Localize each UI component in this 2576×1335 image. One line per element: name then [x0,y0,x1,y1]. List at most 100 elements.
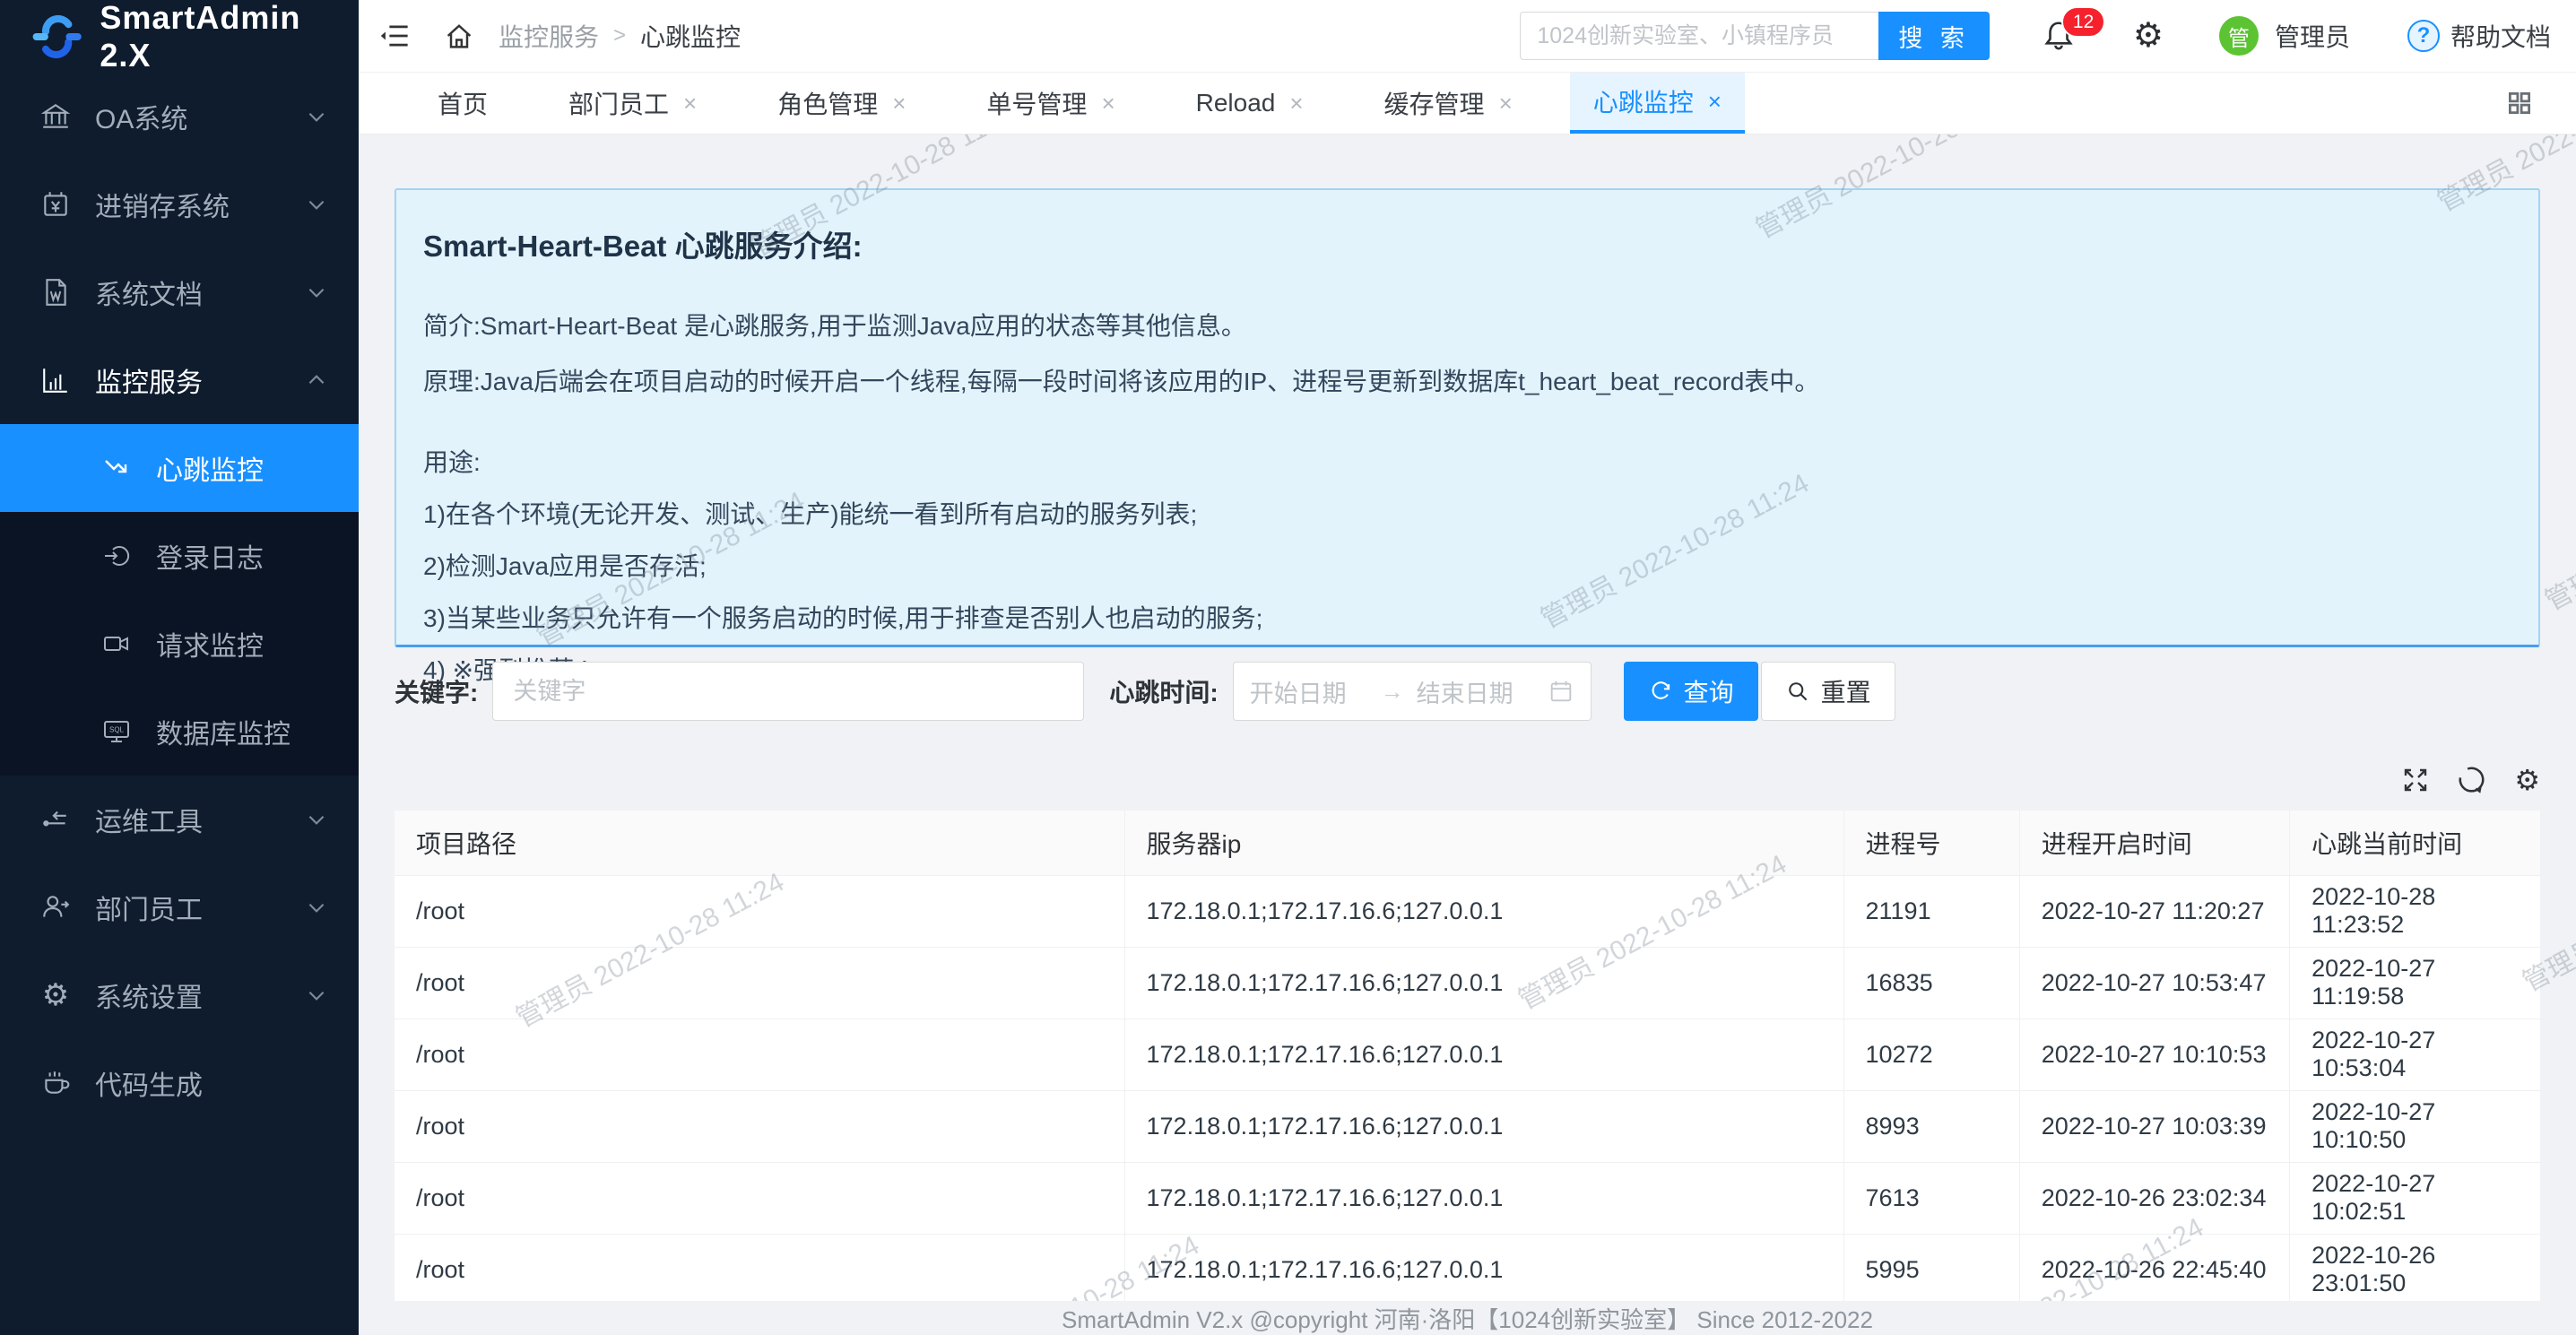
close-icon[interactable]: × [1499,91,1513,115]
global-search: 搜 索 [1520,12,1990,60]
sidebar-item-label: 数据库监控 [156,712,328,751]
tab-reload[interactable]: Reload × [1173,73,1327,134]
cell-heartbeat-time: 2022-10-26 23:01:50 [2290,1234,2540,1305]
close-icon[interactable]: × [1708,90,1722,113]
cell-project-path: /root [395,875,1124,947]
settings-gear-icon[interactable]: ⚙ [2133,19,2164,53]
intro-line: 原理:Java后端会在项目启动的时候开启一个线程,每隔一段时间将该应用的IP、进… [423,362,2511,398]
cell-process-id: 10272 [1843,1019,2019,1090]
tab-role-manage[interactable]: 角色管理 × [754,73,929,134]
cell-heartbeat-time: 2022-10-27 10:10:50 [2290,1090,2540,1162]
tab-heartbeat-monitor[interactable]: 心跳监控 × [1570,73,1745,134]
help-link[interactable]: ? 帮助文档 [2407,18,2551,54]
sidebar-item-heartbeat[interactable]: 心跳监控 [0,424,359,512]
sidebar-submenu-monitor: 心跳监控 登录日志 请求监控 SQL [0,424,359,776]
date-range-picker[interactable]: 开始日期 → 结束日期 [1233,662,1592,721]
inventory-icon [39,188,72,221]
help-label: 帮助文档 [2450,18,2551,54]
range-arrow-icon: → [1381,678,1404,706]
sidebar-item-db-monitor[interactable]: SQL 数据库监控 [0,688,359,776]
tab-label: 心跳监控 [1593,83,1694,119]
cell-process-id: 7613 [1843,1162,2019,1234]
tab-serial-manage[interactable]: 单号管理 × [963,73,1138,134]
search-input[interactable] [1520,12,1878,60]
sql-monitor-icon: SQL [100,715,133,748]
col-server-ip: 服务器ip [1124,811,1843,875]
col-heartbeat-time: 心跳当前时间 [2290,811,2540,875]
column-settings-gear-icon[interactable]: ⚙ [2514,766,2540,794]
cell-project-path: /root [395,947,1124,1019]
notification-bell[interactable]: 12 [2042,19,2076,53]
col-process-id: 进程号 [1843,811,2019,875]
table-row: /root 172.18.0.1;172.17.16.6;127.0.0.1 5… [395,1234,2540,1305]
tab-layout-grid-icon[interactable] [2504,73,2549,134]
chevron-down-icon [305,896,328,919]
table-row: /root 172.18.0.1;172.17.16.6;127.0.0.1 1… [395,1019,2540,1090]
sidebar-item-inventory[interactable]: 进销存系统 [0,160,359,248]
refresh-table-icon[interactable] [2457,765,2487,795]
query-button[interactable]: 查询 [1624,662,1758,721]
fullscreen-icon[interactable] [2401,766,2430,794]
breadcrumb-parent[interactable]: 监控服务 [499,18,599,54]
cell-process-id: 8993 [1843,1090,2019,1162]
sidebar-item-label: 进销存系统 [95,185,305,224]
sidebar-item-login-log[interactable]: 登录日志 [0,512,359,600]
tab-home[interactable]: 首页 [414,73,511,134]
sidebar-item-docs[interactable]: 系统文档 [0,248,359,336]
col-project-path: 项目路径 [395,811,1124,875]
sidebar-item-request-monitor[interactable]: 请求监控 [0,600,359,688]
cell-process-start-time: 2022-10-27 10:10:53 [2019,1019,2289,1090]
user-menu[interactable]: 管 管理员 [2219,16,2350,56]
sidebar-item-oa[interactable]: OA系统 [0,73,359,160]
sidebar-item-settings[interactable]: ⚙ 系统设置 [0,951,359,1039]
intro-panel: Smart-Heart-Beat 心跳服务介绍: 简介:Smart-Heart-… [395,188,2540,647]
question-icon: ? [2407,20,2440,52]
user-icon [39,891,72,923]
usage-title: 用途: [423,443,2511,479]
keyword-input[interactable] [492,662,1084,721]
filter-bar: 关键字: 心跳时间: 开始日期 → 结束日期 查询 重置 [395,662,2540,721]
tab-label: 缓存管理 [1384,85,1485,121]
usage-item: 3)当某些业务只允许有一个服务启动的时候,用于排查是否别人也启动的服务; [423,599,2511,635]
cell-server-ip: 172.18.0.1;172.17.16.6;127.0.0.1 [1124,947,1843,1019]
sidebar-item-ops-tools[interactable]: 运维工具 [0,776,359,863]
sidebar-item-label: 运维工具 [95,800,305,839]
end-date-placeholder: 结束日期 [1417,674,1535,709]
tab-cache-manage[interactable]: 缓存管理 × [1361,73,1536,134]
tab-label: 角色管理 [777,85,878,121]
close-icon[interactable]: × [1289,91,1303,115]
reset-button[interactable]: 重置 [1761,662,1895,721]
col-process-start-time: 进程开启时间 [2019,811,2289,875]
table-row: /root 172.18.0.1;172.17.16.6;127.0.0.1 2… [395,875,2540,947]
start-date-placeholder: 开始日期 [1250,674,1368,709]
notification-badge: 12 [2061,6,2105,38]
app-title: SmartAdmin 2.X [100,0,359,74]
menu-fold-icon[interactable] [378,20,411,52]
cell-process-id: 16835 [1843,947,2019,1019]
close-icon[interactable]: × [892,91,906,115]
tab-dept-staff[interactable]: 部门员工 × [545,73,720,134]
table-row: /root 172.18.0.1;172.17.16.6;127.0.0.1 7… [395,1162,2540,1234]
keyword-label: 关键字: [395,673,478,709]
heartbeat-table: 项目路径 服务器ip 进程号 进程开启时间 心跳当前时间 /root 172.1… [395,811,2540,1306]
cell-process-start-time: 2022-10-26 23:02:34 [2019,1162,2289,1234]
cell-process-start-time: 2022-10-27 11:20:27 [2019,875,2289,947]
sidebar-item-label: OA系统 [95,97,305,136]
close-icon[interactable]: × [683,91,697,115]
sidebar-menu: OA系统 进销存系统 系统文档 监 [0,73,359,1335]
close-icon[interactable]: × [1101,91,1115,115]
tab-label: 单号管理 [986,85,1087,121]
search-button[interactable]: 搜 索 [1878,12,1990,60]
sidebar-item-codegen[interactable]: 代码生成 [0,1039,359,1127]
app-root: SmartAdmin 2.X OA系统 进销存系统 [0,0,2576,1335]
sidebar: SmartAdmin 2.X OA系统 进销存系统 [0,0,359,1335]
cell-process-start-time: 2022-10-27 10:03:39 [2019,1090,2289,1162]
login-icon [100,540,133,572]
footer: SmartAdmin V2.x @copyright 河南·洛阳【1024创新实… [359,1301,2576,1335]
sidebar-item-staff[interactable]: 部门员工 [0,863,359,951]
home-icon[interactable] [443,20,475,52]
cell-server-ip: 172.18.0.1;172.17.16.6;127.0.0.1 [1124,1234,1843,1305]
sidebar-item-monitor[interactable]: 监控服务 [0,336,359,424]
table-row: /root 172.18.0.1;172.17.16.6;127.0.0.1 8… [395,1090,2540,1162]
sidebar-item-label: 监控服务 [95,360,305,400]
